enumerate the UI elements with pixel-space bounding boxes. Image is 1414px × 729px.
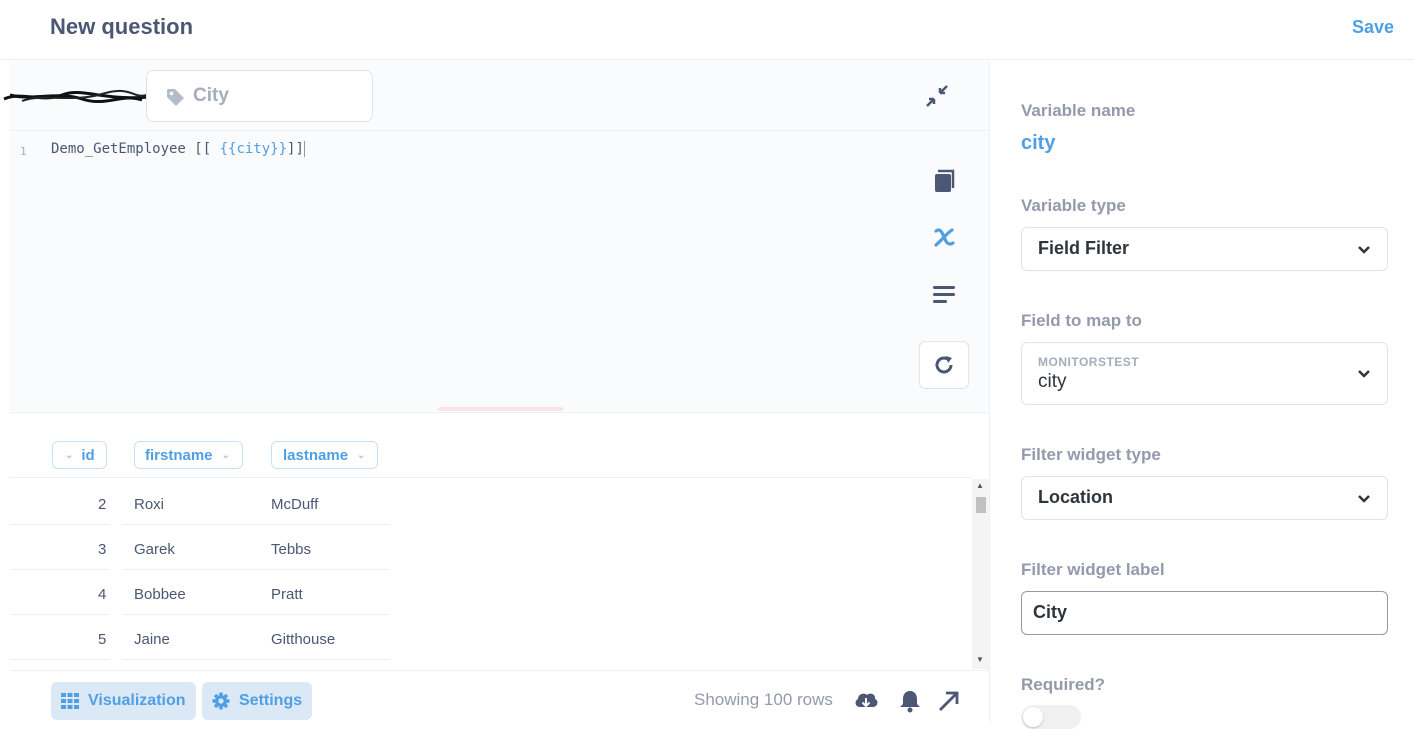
row-divider [122,524,390,525]
field-map-select[interactable]: MONITORSTEST city [1021,342,1388,405]
cell-lastname: McDuff [271,496,319,513]
results-table: ⌄ id firstname ⌄ lastname ⌄ 2 Roxi McDuf… [10,412,989,670]
cell-id: 3 [98,541,107,558]
row-divider [10,659,110,660]
required-label: Required? [1021,675,1106,694]
city-filter-label: City [193,85,229,106]
gear-icon [212,692,230,710]
results-footer: Visualization Settings Showing 100 rows [10,670,989,722]
header-divider [10,477,972,478]
chevron-down-icon: ⌄ [65,449,74,461]
row-divider [10,569,110,570]
table-row[interactable]: 2 Roxi McDuff [10,484,390,529]
text-cursor [303,141,305,157]
variable-settings-sidebar: Variable name city Variable type Field F… [989,61,1414,729]
table-row[interactable]: 4 Bobbee Pratt [10,574,390,619]
cell-id: 5 [98,631,107,648]
cell-id: 4 [98,586,107,603]
variable-name: city [1021,132,1056,154]
column-header-id[interactable]: ⌄ id [52,441,107,469]
chevron-down-icon [1358,495,1370,503]
bell-icon[interactable] [897,689,923,713]
cell-id: 2 [98,496,107,513]
chevron-down-icon: ⌄ [357,449,366,461]
parameter-bar: City [3,61,989,131]
header: New question Save [0,0,1414,60]
required-toggle[interactable] [1021,705,1081,729]
field-map-label: Field to map to [1021,311,1142,330]
variable-type-select[interactable]: Field Filter [1021,227,1388,271]
cell-firstname: Roxi [134,496,165,513]
chevron-down-icon [1358,370,1370,378]
editor-resize-handle[interactable] [438,407,563,411]
refresh-icon [935,356,953,374]
native-query-editor: City 1 Demo_GetEmployee [[ {{city}}]] [3,61,989,411]
row-divider [122,614,390,615]
arrow-up-right-icon[interactable] [936,689,962,713]
code-prefix: Demo_GetEmployee [51,141,195,157]
table-row[interactable]: 5 Jaine Gitthouse [10,619,390,664]
chevron-down-icon: ⌄ [221,449,230,461]
cell-firstname: Bobbee [134,586,186,603]
code-close-bracket: ]] [287,141,304,157]
row-divider [10,524,110,525]
chevron-down-icon [1358,246,1370,254]
line-number: 1 [20,145,27,158]
settings-button[interactable]: Settings [202,682,313,720]
book-icon [935,169,955,192]
redacted-scribble [3,89,151,104]
cell-lastname: Tebbs [271,541,312,558]
variable-name-label: Variable name [1021,101,1136,120]
tag-icon [167,89,184,106]
column-header-lastname[interactable]: lastname ⌄ [271,441,378,469]
widget-type-select[interactable]: Location [1021,476,1388,520]
scroll-down-icon[interactable]: ▼ [976,655,984,664]
code-line[interactable]: Demo_GetEmployee [[ {{city}}]] [51,141,305,157]
run-query-button[interactable] [919,341,969,389]
code-variable: {{city}} [219,141,288,157]
scrollbar-thumb[interactable] [976,497,986,513]
data-reference-button[interactable] [920,157,968,205]
save-button[interactable]: Save [1352,17,1394,38]
cell-firstname: Jaine [134,631,170,648]
download-icon[interactable] [853,689,879,713]
variable-type-label: Variable type [1021,196,1126,215]
row-divider [10,614,110,615]
widget-label-label: Filter widget label [1021,560,1165,579]
variables-button[interactable] [920,213,968,261]
page-title: New question [50,14,194,39]
visualization-button[interactable]: Visualization [51,682,196,720]
scroll-up-icon[interactable]: ▲ [976,481,984,490]
code-open-bracket: [[ [194,141,220,157]
city-filter-widget[interactable]: City [146,70,373,122]
collapse-icon[interactable] [924,83,950,109]
toggle-knob [1023,707,1043,727]
row-divider [122,569,390,570]
format-query-button[interactable] [920,271,968,319]
cell-firstname: Garek [134,541,175,558]
widget-label-input[interactable]: City [1021,591,1388,635]
column-header-firstname[interactable]: firstname ⌄ [134,441,243,469]
results-scrollbar[interactable]: ▲ ▼ [972,479,989,669]
row-count: Showing 100 rows [694,690,833,709]
format-icon [933,286,955,303]
cell-lastname: Pratt [271,586,303,603]
table-icon [61,693,79,709]
row-divider [122,659,390,660]
table-row[interactable]: 3 Garek Tebbs [10,529,390,574]
cell-lastname: Gitthouse [271,631,336,648]
variable-x-icon [934,228,955,247]
field-map-database: MONITORSTEST [1038,355,1140,369]
widget-type-label: Filter widget type [1021,445,1161,464]
